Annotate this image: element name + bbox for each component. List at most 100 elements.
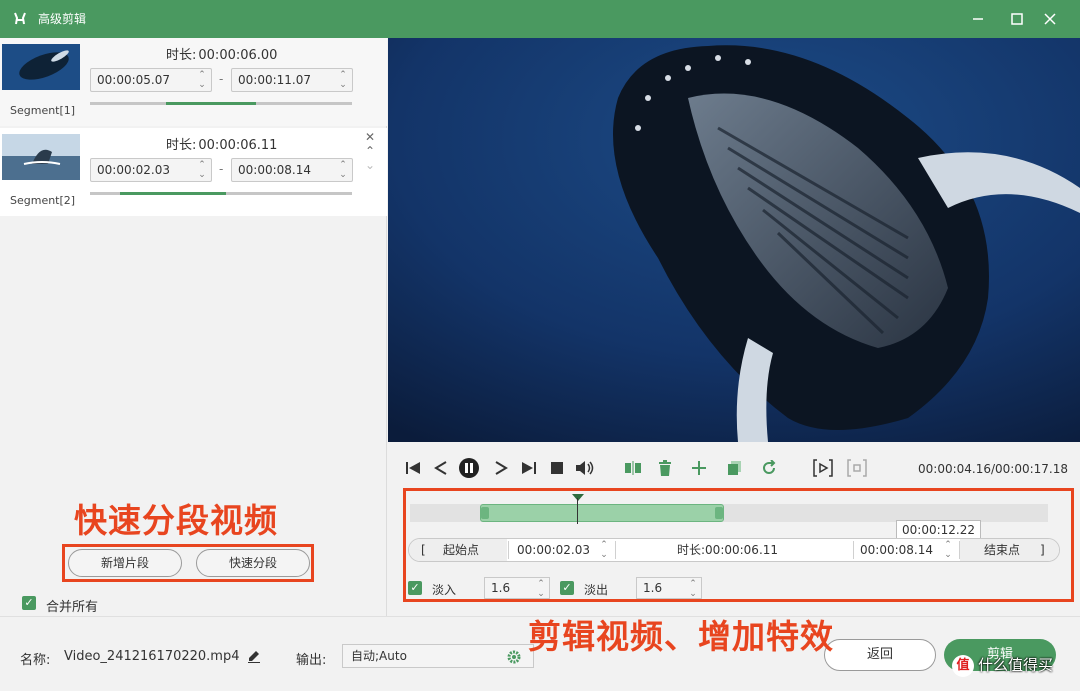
segment-item-2[interactable]: Segment[2] 时长: 00:00:06.11 00:00:02.03 ⌃ ⌄…	[0, 128, 387, 216]
range-separator: -	[219, 72, 224, 86]
time-spinner-icon[interactable]: ⌃ ⌄	[338, 160, 348, 180]
start-time-value: 00:00:02.03	[97, 163, 170, 177]
time-spinner-icon[interactable]: ⌃ ⌄	[943, 540, 953, 560]
trim-end-time[interactable]: 00:00:08.14	[860, 539, 933, 561]
timeline-tooltip: 00:00:12.22	[896, 520, 981, 540]
title-bar: 高级剪辑	[0, 0, 1080, 38]
delete-segment-icon[interactable]: ✕	[362, 130, 378, 144]
fade-in-input[interactable]: 1.6 ⌃ ⌄	[484, 577, 550, 599]
bracket-close: ]	[1040, 543, 1045, 557]
add-icon[interactable]	[688, 457, 710, 479]
set-start-button[interactable]: [ 起始点	[409, 539, 507, 561]
segment-range-fill	[166, 102, 256, 105]
segment-label: Segment[1]	[10, 104, 76, 117]
player-controls: 00:00:04.16/00:00:17.18	[388, 444, 1080, 494]
maximize-icon[interactable]	[1005, 8, 1029, 30]
fade-in-label: 淡入	[432, 583, 457, 597]
segment-start-input[interactable]: 00:00:02.03 ⌃ ⌄	[90, 158, 212, 182]
time-spinner-icon[interactable]: ⌃ ⌄	[599, 540, 609, 560]
delete-icon[interactable]	[654, 457, 676, 479]
edit-name-icon[interactable]	[247, 649, 261, 666]
segment-duration: 时长: 00:00:06.00	[164, 44, 277, 63]
segment-range-fill	[120, 192, 226, 195]
segment-label: Segment[2]	[10, 194, 76, 207]
duration-value: 00:00:06.11	[198, 138, 278, 153]
minimize-icon[interactable]	[966, 8, 990, 30]
name-label: 名称:	[20, 653, 51, 668]
merge-all-label: 合并所有	[46, 600, 99, 615]
fade-in-value: 1.6	[491, 581, 511, 595]
add-segment-button[interactable]: 新增片段	[68, 549, 182, 577]
duration-value: 00:00:06.11	[705, 543, 779, 557]
reset-icon[interactable]	[758, 457, 780, 479]
back-button[interactable]: 返回	[824, 639, 936, 671]
playhead-line	[577, 498, 578, 524]
fullscreen-icon[interactable]	[846, 457, 868, 479]
trim-duration: 时长:00:00:06.11	[677, 539, 778, 561]
divider	[615, 541, 616, 559]
segment-duration: 时长: 00:00:06.11	[164, 134, 277, 153]
annotation-quick-split: 快速分段视频	[74, 501, 278, 540]
segment-item-1[interactable]: Segment[1] 时长: 00:00:06.00 00:00:05.07 ⌃ ⌄…	[0, 38, 387, 126]
next-frame-icon[interactable]	[490, 457, 512, 479]
app-logo-icon	[12, 11, 28, 27]
range-separator: -	[219, 162, 224, 176]
duration-label: 时长:	[677, 543, 706, 557]
timeline-selection[interactable]	[480, 504, 724, 522]
fade-out-input[interactable]: 1.6 ⌃ ⌄	[636, 577, 702, 599]
segment-range-bar	[90, 192, 352, 195]
segment-end-input[interactable]: 00:00:11.07 ⌃ ⌄	[231, 68, 353, 92]
watermark-text: 什么值得买	[978, 656, 1054, 674]
move-down-icon[interactable]: ⌄	[362, 158, 378, 172]
fade-out-value: 1.6	[643, 581, 663, 595]
output-select[interactable]: 自动;Auto	[342, 644, 534, 668]
previous-frame-icon[interactable]	[430, 457, 452, 479]
settings-gear-icon[interactable]	[507, 649, 521, 671]
duration-label: 时长:	[166, 48, 197, 63]
segment-start-input[interactable]: 00:00:05.07 ⌃ ⌄	[90, 68, 212, 92]
playhead-marker-icon[interactable]	[572, 494, 584, 501]
skip-to-start-icon[interactable]	[402, 457, 424, 479]
segment-range-bar	[90, 102, 352, 105]
skip-to-end-icon[interactable]	[518, 457, 540, 479]
stop-icon[interactable]	[546, 457, 568, 479]
time-spinner-icon[interactable]: ⌃ ⌄	[197, 160, 207, 180]
volume-icon[interactable]	[574, 457, 596, 479]
time-spinner-icon[interactable]: ⌃ ⌄	[338, 70, 348, 90]
trim-start-time[interactable]: 00:00:02.03	[517, 539, 590, 561]
watermark: 值什么值得买	[952, 654, 1053, 677]
copy-icon[interactable]	[724, 457, 746, 479]
fade-spinner-icon[interactable]: ⌃ ⌄	[536, 579, 546, 599]
annotation-edit-effects: 剪辑视频、增加特效	[528, 617, 834, 656]
merge-all-checkbox[interactable]: ✓	[22, 596, 36, 610]
fade-in-checkbox[interactable]: ✓	[408, 581, 422, 595]
segment-thumbnail	[2, 44, 80, 90]
move-up-icon[interactable]: ⌃	[362, 144, 378, 158]
divider	[853, 541, 854, 559]
close-icon[interactable]	[1038, 8, 1062, 30]
preview-segment-icon[interactable]	[812, 457, 834, 479]
fade-out-checkbox[interactable]: ✓	[560, 581, 574, 595]
start-time-value: 00:00:05.07	[97, 73, 170, 87]
window-title: 高级剪辑	[38, 12, 87, 26]
duration-label: 时长:	[166, 138, 197, 153]
segment-end-input[interactable]: 00:00:08.14 ⌃ ⌄	[231, 158, 353, 182]
quick-split-button[interactable]: 快速分段	[196, 549, 310, 577]
video-preview[interactable]	[388, 38, 1080, 442]
trim-controls: [ 起始点 00:00:02.03 ⌃ ⌄ 时长:00:00:06.11 00:0…	[408, 538, 1060, 562]
segment-thumbnail	[2, 134, 80, 180]
set-start-label: 起始点	[443, 543, 480, 557]
selection-start-handle[interactable]	[481, 507, 489, 519]
end-time-value: 00:00:11.07	[238, 73, 311, 87]
end-time-value: 00:00:08.14	[238, 163, 311, 177]
set-end-label: 结束点	[984, 543, 1021, 557]
playback-time: 00:00:04.16/00:00:17.18	[918, 462, 1068, 476]
divider	[508, 541, 509, 559]
fade-spinner-icon[interactable]: ⌃ ⌄	[688, 579, 698, 599]
segment-list-panel: Segment[1] 时长: 00:00:06.00 00:00:05.07 ⌃ ⌄…	[0, 38, 387, 616]
set-end-button[interactable]: 结束点 ]	[960, 539, 1059, 561]
split-icon[interactable]	[622, 457, 644, 479]
pause-icon[interactable]	[458, 457, 480, 479]
selection-end-handle[interactable]	[715, 507, 723, 519]
time-spinner-icon[interactable]: ⌃ ⌄	[197, 70, 207, 90]
